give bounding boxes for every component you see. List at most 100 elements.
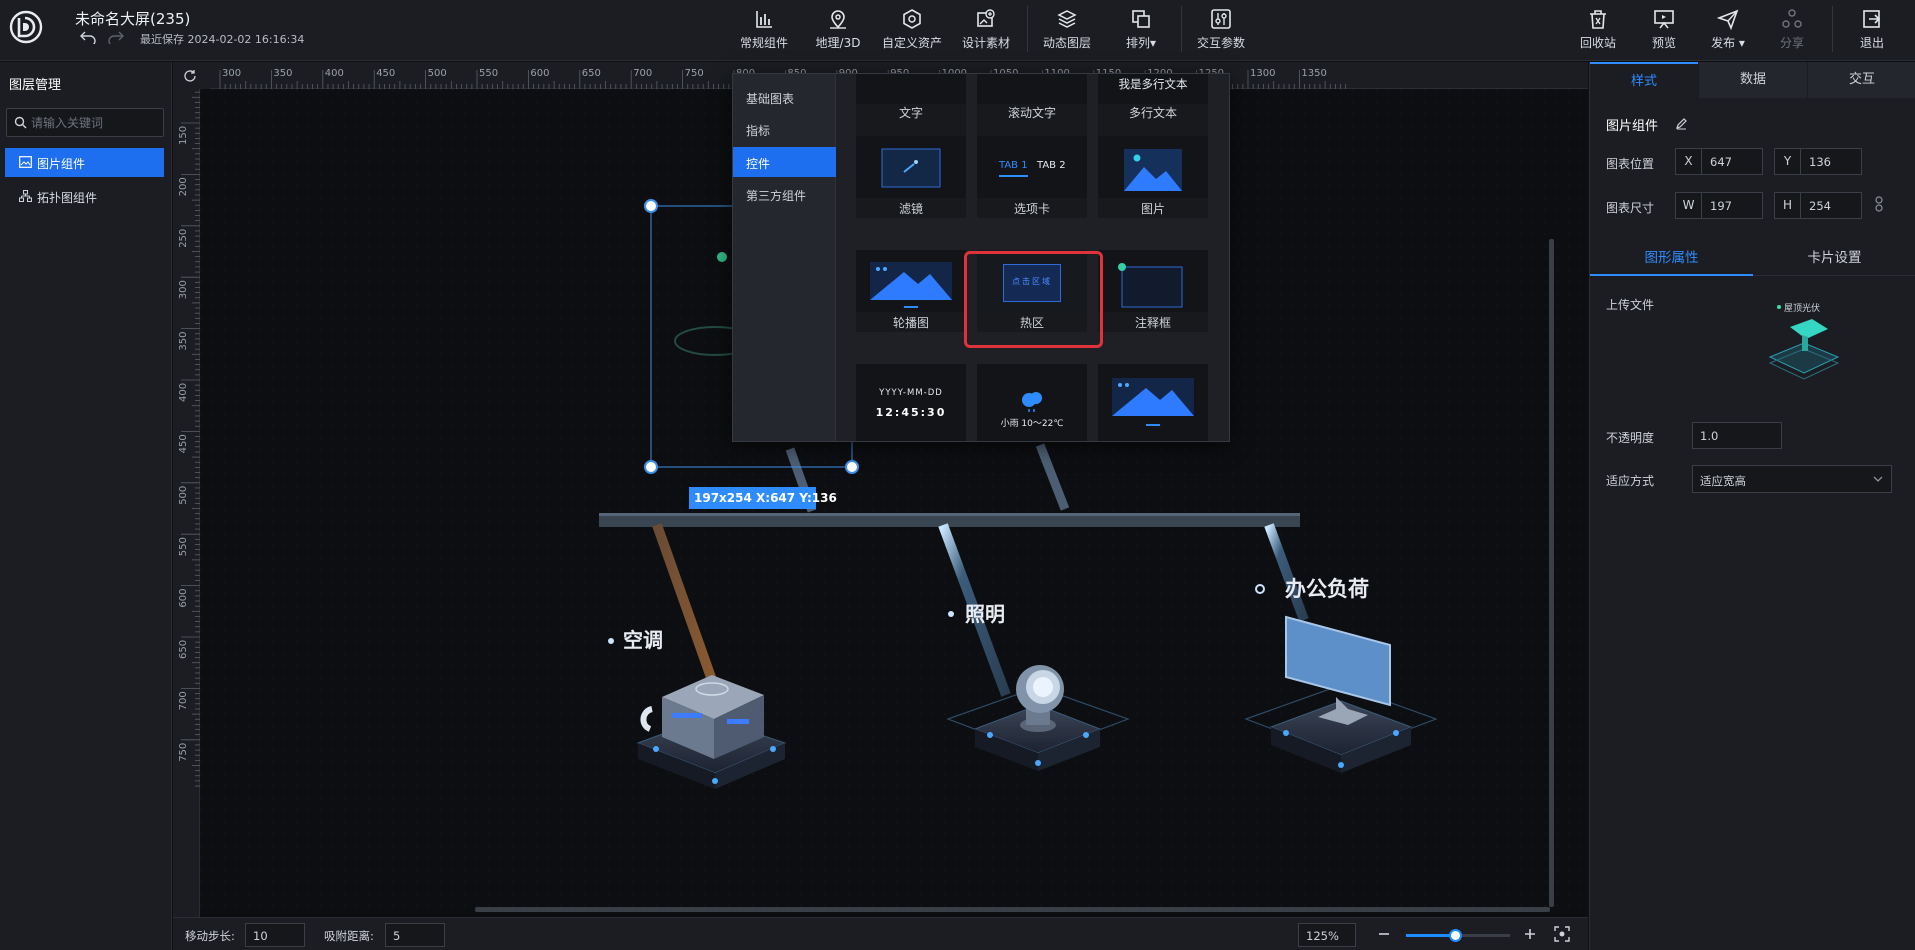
x-value: 647 (1710, 155, 1732, 169)
layer-item-topology[interactable]: 拓扑图组件 (5, 182, 164, 211)
position-x-input[interactable]: X 647 (1675, 148, 1763, 175)
card-preview-date: YYYY-MM-DD (879, 388, 943, 398)
tool-publish[interactable]: 发布 ▾ (1691, 8, 1765, 54)
ruler-tick-label: 400 (325, 68, 344, 79)
ruler-tick-label: 700 (178, 691, 189, 710)
tool-label: 退出 (1859, 36, 1884, 50)
component-card-carousel-alt[interactable] (1098, 364, 1208, 441)
size-w-input[interactable]: W 197 (1675, 192, 1763, 219)
zoom-in-icon[interactable] (1522, 926, 1538, 942)
resize-handle[interactable] (644, 460, 658, 474)
component-card-carousel[interactable]: 轮播图 (856, 250, 966, 332)
card-label: 轮播图 (892, 316, 929, 330)
tool-interaction-params[interactable]: 交互参数 (1184, 8, 1258, 54)
zoom-out-icon[interactable] (1376, 926, 1392, 942)
component-category-list: 基础图表 指标 控件 第三方组件 (733, 74, 836, 441)
tool-label: 排列▾ (1125, 36, 1157, 50)
tool-exit[interactable]: 退出 (1835, 8, 1909, 54)
layer-panel: 图层管理 图片组件 拓扑图组件 (0, 62, 172, 950)
category-basic-charts[interactable]: 基础图表 (733, 82, 836, 112)
subtab-card-settings[interactable]: 卡片设置 (1753, 240, 1915, 276)
component-card-tabs[interactable]: TAB 1 TAB 2 选项卡 (977, 136, 1087, 218)
tool-label: 交互参数 (1196, 36, 1245, 50)
upload-preview[interactable]: 屋顶光伏 (1758, 297, 1852, 383)
component-card-image[interactable]: 图片 (1098, 136, 1208, 218)
screen-title[interactable]: 未命名大屏(235) (75, 8, 190, 29)
aspect-lock-icon[interactable] (1874, 196, 1884, 212)
component-card-weather[interactable]: 小雨 10～22℃ (977, 364, 1087, 441)
y-value: 136 (1809, 155, 1831, 169)
fit-mode-select[interactable]: 适应宽高 (1692, 465, 1892, 493)
card-preview-weather: 小雨 10～22℃ (1000, 419, 1064, 429)
ruler-tick-label: 450 (178, 434, 189, 453)
sliders-icon (1211, 9, 1231, 29)
refresh-icon[interactable] (183, 69, 197, 83)
layer-search[interactable] (6, 108, 164, 137)
position-y-input[interactable]: Y 136 (1774, 148, 1862, 175)
card-thumbnail (1098, 364, 1208, 441)
card-thumbnail: 我是多行文本 (1098, 74, 1208, 104)
card-thumbnail: YYYY-MM-DD 12:45:30 (856, 364, 966, 441)
node-label-lighting: 照明 (965, 602, 1005, 626)
tab-data[interactable]: 数据 (1699, 62, 1807, 98)
size-h-input[interactable]: H 254 (1774, 192, 1862, 219)
ruler-tick-label: 550 (479, 68, 498, 79)
ruler-corner (173, 62, 210, 89)
ruler-tick-label: 700 (633, 68, 652, 79)
edit-icon[interactable] (1675, 117, 1688, 130)
tool-design-materials[interactable]: 设计素材 (949, 8, 1023, 54)
tool-recycle-bin[interactable]: 回收站 (1561, 8, 1635, 54)
chart-position-label: 图表位置 (1606, 157, 1655, 171)
component-card-multiline-text[interactable]: 我是多行文本 多行文本 (1098, 74, 1208, 136)
fit-screen-icon[interactable] (1554, 926, 1570, 942)
tool-label: 发布 ▾ (1711, 36, 1745, 50)
card-preview-time: 12:45:30 (875, 406, 947, 419)
card-label: 选项卡 (1013, 202, 1050, 216)
canvas-horizontal-scrollbar[interactable] (475, 907, 1550, 912)
opacity-input[interactable]: 1.0 (1692, 422, 1782, 449)
app-logo-icon[interactable] (8, 9, 44, 45)
move-step-label: 移动步长: (185, 929, 235, 943)
move-step-input[interactable]: 10 (245, 923, 305, 947)
layer-search-input[interactable] (31, 112, 157, 133)
component-card-datetime[interactable]: YYYY-MM-DD 12:45:30 (856, 364, 966, 441)
component-card-scroll-text[interactable]: 滚动文字 (977, 74, 1087, 136)
canvas-vertical-scrollbar[interactable] (1549, 239, 1554, 907)
zoom-percent-input[interactable]: 125% (1298, 923, 1356, 947)
undo-icon[interactable] (80, 30, 96, 44)
tool-geo-3d[interactable]: 地理/3D (801, 8, 875, 54)
category-indicators[interactable]: 指标 (733, 114, 836, 144)
fit-mode-label: 适应方式 (1606, 474, 1655, 488)
redo-icon[interactable] (108, 30, 124, 44)
image-add-icon (977, 9, 995, 27)
tool-label: 常规组件 (739, 36, 788, 50)
zoom-slider[interactable] (1406, 929, 1510, 942)
tool-share[interactable]: 分享 (1755, 8, 1829, 54)
resize-handle[interactable] (644, 199, 658, 213)
resize-handle[interactable] (845, 460, 859, 474)
arrange-icon (1132, 10, 1150, 28)
tool-arrange[interactable]: 排列▾ (1104, 8, 1178, 54)
annotation-thumbnail-icon (1118, 263, 1183, 308)
tab-style[interactable]: 样式 (1590, 62, 1698, 98)
h-prefix: H (1775, 193, 1801, 218)
tool-preview[interactable]: 预览 (1627, 8, 1701, 54)
topology-layer-icon (19, 190, 32, 202)
zoom-slider-thumb[interactable] (1448, 929, 1462, 942)
zoom-slider-fill (1406, 934, 1455, 937)
tool-dynamic-layers[interactable]: 动态图层 (1030, 8, 1104, 54)
tool-label: 自定义资产 (881, 36, 942, 50)
category-third-party[interactable]: 第三方组件 (733, 179, 836, 209)
layers-icon (1057, 10, 1077, 28)
component-card-annotation[interactable]: 注释框 (1098, 250, 1208, 332)
category-controls[interactable]: 控件 (733, 147, 836, 177)
ruler-tick-label: 400 (178, 383, 189, 402)
tab-interaction[interactable]: 交互 (1808, 62, 1915, 98)
subtab-graphic-properties[interactable]: 图形属性 (1590, 240, 1753, 276)
component-card-filter[interactable]: 滤镜 (856, 136, 966, 218)
tool-custom-assets[interactable]: 自定义资产 (875, 8, 949, 54)
snap-distance-input[interactable]: 5 (385, 923, 445, 947)
component-card-text[interactable]: 文字 (856, 74, 966, 136)
tool-common-components[interactable]: 常规组件 (727, 8, 801, 54)
layer-item-image[interactable]: 图片组件 (5, 148, 164, 177)
